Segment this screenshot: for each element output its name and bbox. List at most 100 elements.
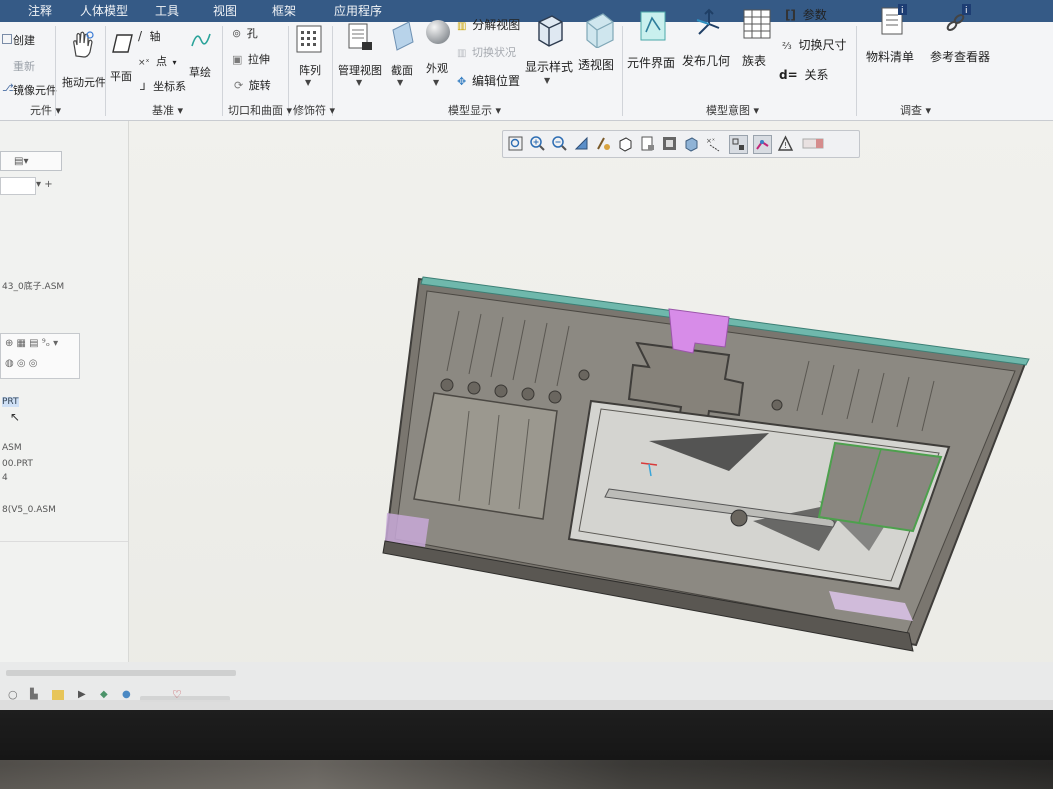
graphics-viewport[interactable]	[129, 121, 1053, 711]
family-table-button[interactable]: 族表	[738, 9, 774, 98]
search-icon[interactable]: ○	[8, 688, 18, 701]
group-label-investigate[interactable]: 调查 ▾	[900, 102, 931, 118]
datum-plane-button[interactable]: 平面	[108, 28, 136, 88]
file-explorer-icon[interactable]	[52, 690, 64, 700]
bom-button[interactable]: i 物料清单	[864, 4, 922, 98]
explode-view-button[interactable]: ▥ 分解视图	[457, 16, 520, 33]
tab-applications[interactable]: 应用程序	[334, 2, 382, 19]
refit-icon[interactable]	[507, 135, 524, 152]
csys-icon: ⅃	[140, 82, 146, 93]
tab-tools[interactable]: 工具	[155, 2, 179, 19]
app-icon[interactable]: ●	[122, 689, 131, 700]
appearance-button[interactable]: 外观 ▼	[422, 20, 454, 98]
tab-annotate[interactable]: 注释	[28, 2, 52, 19]
reference-viewer-button[interactable]: i 参考查看器	[928, 4, 990, 98]
repaint-icon[interactable]	[573, 135, 590, 152]
tree-settings-icon[interactable]: ▤▾	[14, 156, 28, 167]
app-icon[interactable]: ▶	[78, 689, 86, 700]
saved-orientations-icon[interactable]	[617, 135, 634, 152]
render-settings-icon[interactable]	[801, 135, 825, 152]
tree-item-sub-asm[interactable]: 8(V5_0.ASM	[2, 505, 56, 515]
status-message-blur	[6, 670, 236, 676]
view-manager-icon[interactable]	[639, 135, 656, 152]
component-interface-icon	[640, 11, 666, 41]
annotation-display-icon[interactable]	[729, 135, 748, 154]
zoom-out-icon[interactable]	[551, 135, 568, 152]
display-style-icon[interactable]	[661, 135, 678, 152]
display-style-button[interactable]: 显示样式 ▼	[524, 15, 573, 98]
tree-view-icon[interactable]: ◍ ◎ ◎	[5, 358, 38, 369]
edit-position-icon: ✥	[457, 75, 467, 88]
group-label-datum[interactable]: 基准 ▾	[152, 102, 183, 118]
tab-human-model[interactable]: 人体模型	[80, 2, 128, 19]
relations-button[interactable]: d= 关系	[779, 66, 829, 83]
group-label-components[interactable]: 元件 ▾	[30, 102, 61, 118]
chevron-down-icon: ▼	[433, 78, 440, 87]
datum-display-icon[interactable]: ×ˣ	[705, 135, 722, 152]
hole-icon: ⊚	[232, 27, 242, 40]
zoom-in-icon[interactable]	[529, 135, 546, 152]
parameters-icon: []	[785, 8, 796, 22]
ribbon-separator	[856, 26, 857, 116]
datum-axis-button[interactable]: / 轴	[138, 28, 161, 44]
tab-view[interactable]: 视图	[213, 2, 237, 19]
model-left-lower-box	[413, 392, 558, 520]
creo-app-icon[interactable]: ♡	[172, 688, 182, 701]
pattern-button[interactable]: 阵列 ▼	[292, 22, 328, 98]
desk-surface	[0, 760, 1053, 789]
assembly-model[interactable]	[129, 121, 1053, 711]
redo-button[interactable]: 重新	[2, 58, 35, 74]
drag-component-button[interactable]: 拖动元件	[60, 28, 106, 98]
app-icon[interactable]: ◆	[100, 689, 108, 700]
monitor-bezel	[0, 710, 1053, 789]
tree-item-4[interactable]: 4	[2, 473, 8, 483]
sketch-icon	[191, 33, 211, 47]
pattern-icon	[296, 25, 322, 53]
sketch-button[interactable]: 草绘	[183, 28, 219, 88]
edit-position-button[interactable]: ✥ 编辑位置	[457, 72, 520, 89]
extrude-button[interactable]: ▣ 拉伸	[232, 51, 270, 67]
create-icon	[2, 34, 12, 44]
section-button[interactable]: 截面 ▼	[386, 21, 420, 98]
revolve-button[interactable]: ⟳ 旋转	[234, 77, 271, 93]
spin-center-icon[interactable]	[595, 135, 612, 152]
group-label-cut-surface[interactable]: 切口和曲面 ▾	[228, 102, 292, 118]
group-label-modifiers[interactable]: 修饰符 ▾	[293, 102, 335, 118]
parameters-button[interactable]: [] 参数	[785, 6, 827, 23]
switch-dimensions-button[interactable]: ⅔ 切换尺寸	[782, 36, 847, 53]
datum-csys-button[interactable]: ⅃ 坐标系	[140, 78, 186, 94]
group-label-model-display[interactable]: 模型显示 ▾	[448, 102, 501, 118]
warning-triangle-icon[interactable]: !	[777, 135, 794, 152]
tree-search-input[interactable]	[0, 177, 36, 195]
axis-icon: /	[138, 29, 143, 43]
publish-geometry-button[interactable]: 发布几何	[681, 8, 733, 98]
perspective-button[interactable]: 透视图	[575, 13, 621, 98]
group-label-model-intent[interactable]: 模型意图 ▾	[706, 102, 759, 118]
hand-drag-icon	[73, 31, 94, 58]
toggle-status-button[interactable]: ▥ 切换状况	[457, 44, 516, 60]
component-interface-button[interactable]: 元件界面	[626, 11, 678, 98]
manage-views-button[interactable]: 管理视图 ▼	[336, 22, 384, 98]
tree-tools-icon[interactable]: ⊕ ▦ ▤ ⁹ₒ ▾	[5, 338, 58, 349]
tree-item-prt[interactable]: 00.PRT	[2, 459, 33, 469]
tab-framework[interactable]: 框架	[272, 2, 296, 19]
create-button[interactable]: 创建	[2, 32, 35, 48]
ribbon: 创建 重新 ⎇ 镜像元件 拖动元件 平面 / 轴 ×ˣ 点 ▾ ⅃ 坐标系 草绘…	[0, 4, 1053, 121]
tree-item-selected-prt[interactable]: PRT	[2, 397, 19, 407]
svg-text:i: i	[901, 6, 904, 16]
chevron-down-icon: ▼	[397, 78, 404, 87]
publish-geometry-icon	[696, 8, 720, 35]
task-view-icon[interactable]: ▙	[30, 689, 38, 700]
tree-item-root-asm[interactable]: 43_0底子.ASM	[2, 279, 64, 292]
spin-center-toggle-icon[interactable]	[753, 135, 772, 154]
mirror-component-button[interactable]: ⎇ 镜像元件	[2, 82, 57, 98]
datum-point-button[interactable]: ×ˣ 点 ▾	[138, 53, 177, 69]
shading-cube-icon[interactable]	[683, 135, 700, 152]
ribbon-separator	[105, 26, 106, 116]
section-icon	[392, 21, 414, 51]
plane-icon	[112, 34, 133, 53]
hole-button[interactable]: ⊚ 孔	[232, 25, 258, 41]
tree-item-asm[interactable]: ASM	[2, 443, 22, 453]
tree-add-icon[interactable]: ▾ +	[36, 179, 53, 190]
tree-filter-box[interactable]	[0, 151, 62, 171]
